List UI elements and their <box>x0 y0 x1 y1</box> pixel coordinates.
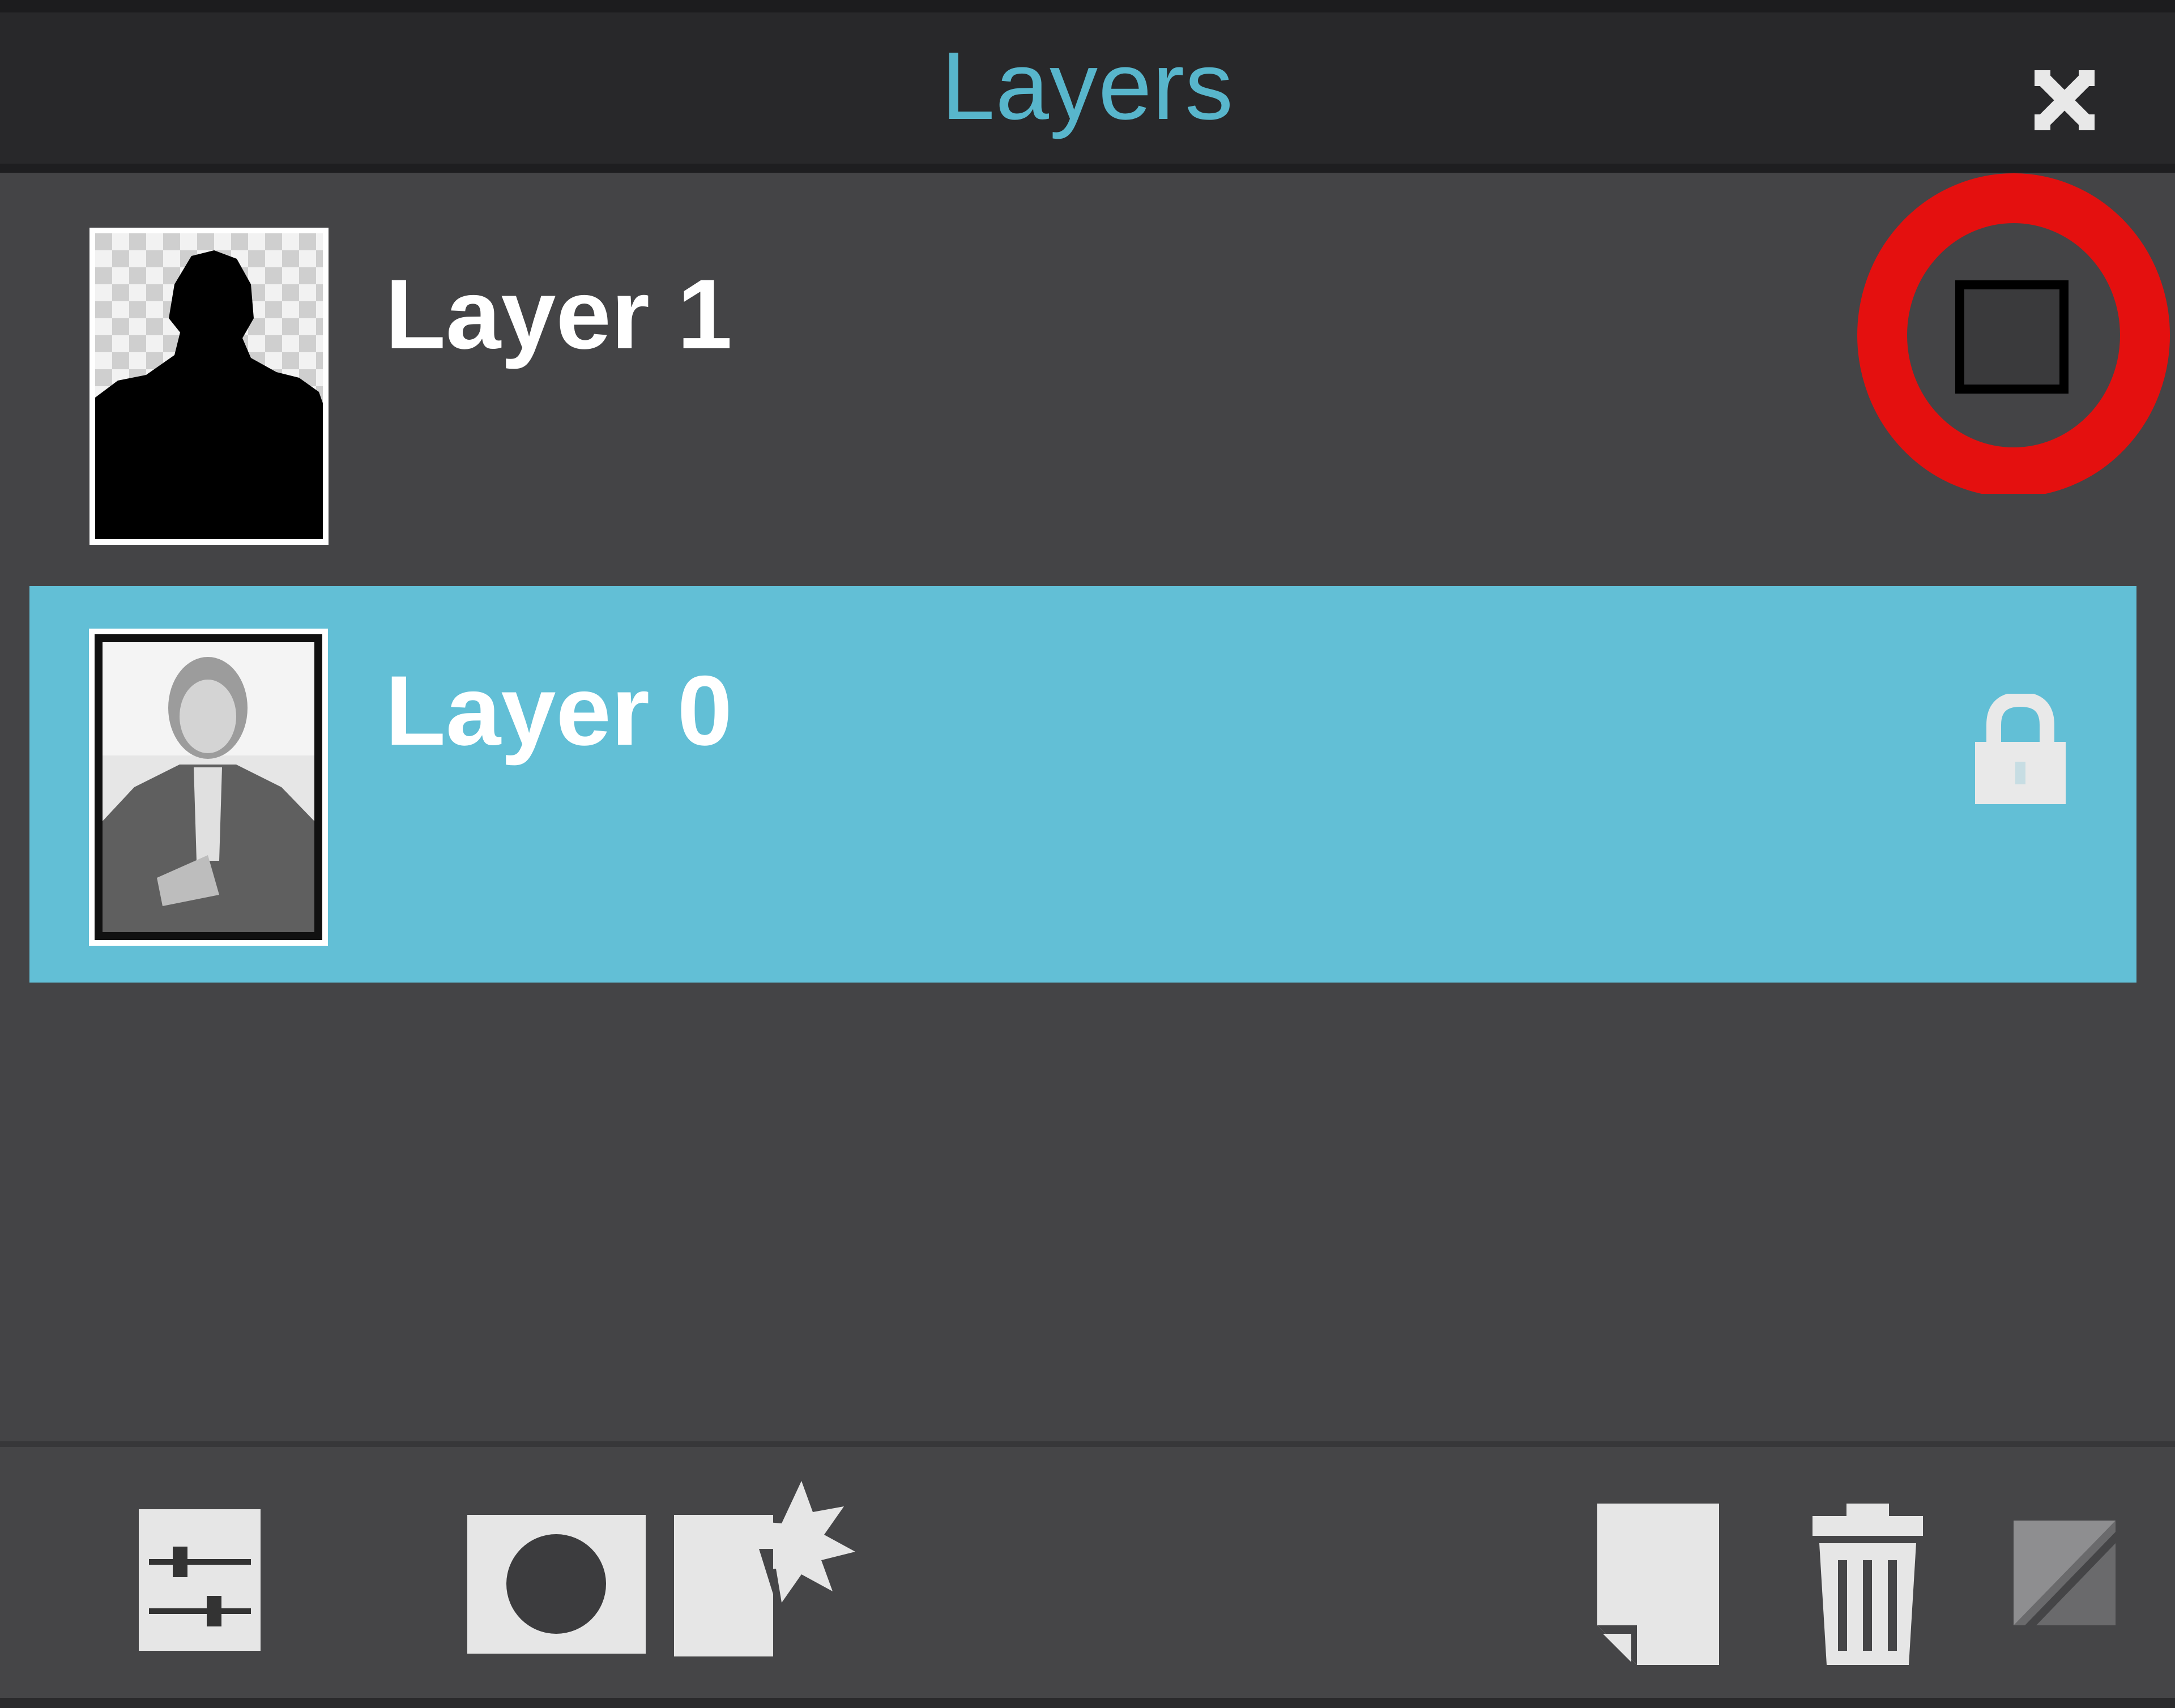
layer-row-layer-1[interactable]: Layer 1 <box>0 173 2175 572</box>
fill-adjustment-icon[interactable] <box>2014 1521 2116 1625</box>
layer-mask-icon[interactable] <box>467 1515 646 1654</box>
new-layer-icon[interactable] <box>1597 1504 1719 1665</box>
layer-1-thumbnail <box>89 228 329 545</box>
layer-row-layer-0[interactable]: Layer 0 <box>29 586 2136 983</box>
layers-panel: Layers Layer 1 Layer 0 <box>0 0 2175 1708</box>
lock-icon[interactable] <box>1967 694 2074 807</box>
layer-0-name[interactable]: Layer 0 <box>385 654 732 768</box>
adjustments-icon[interactable] <box>139 1509 261 1651</box>
close-icon[interactable] <box>2033 69 2096 131</box>
panel-titlebar: Layers <box>0 0 2175 173</box>
panel-bottom-edge <box>0 1698 2175 1708</box>
trash-icon[interactable] <box>1807 1504 1929 1665</box>
annotation-circle <box>1857 173 2170 494</box>
layer-1-name[interactable]: Layer 1 <box>385 258 732 372</box>
panel-title: Layers <box>941 32 1234 140</box>
layer-effects-icon[interactable] <box>674 1481 861 1656</box>
layers-toolbar <box>0 1441 2175 1708</box>
layer-0-thumbnail <box>89 629 328 946</box>
